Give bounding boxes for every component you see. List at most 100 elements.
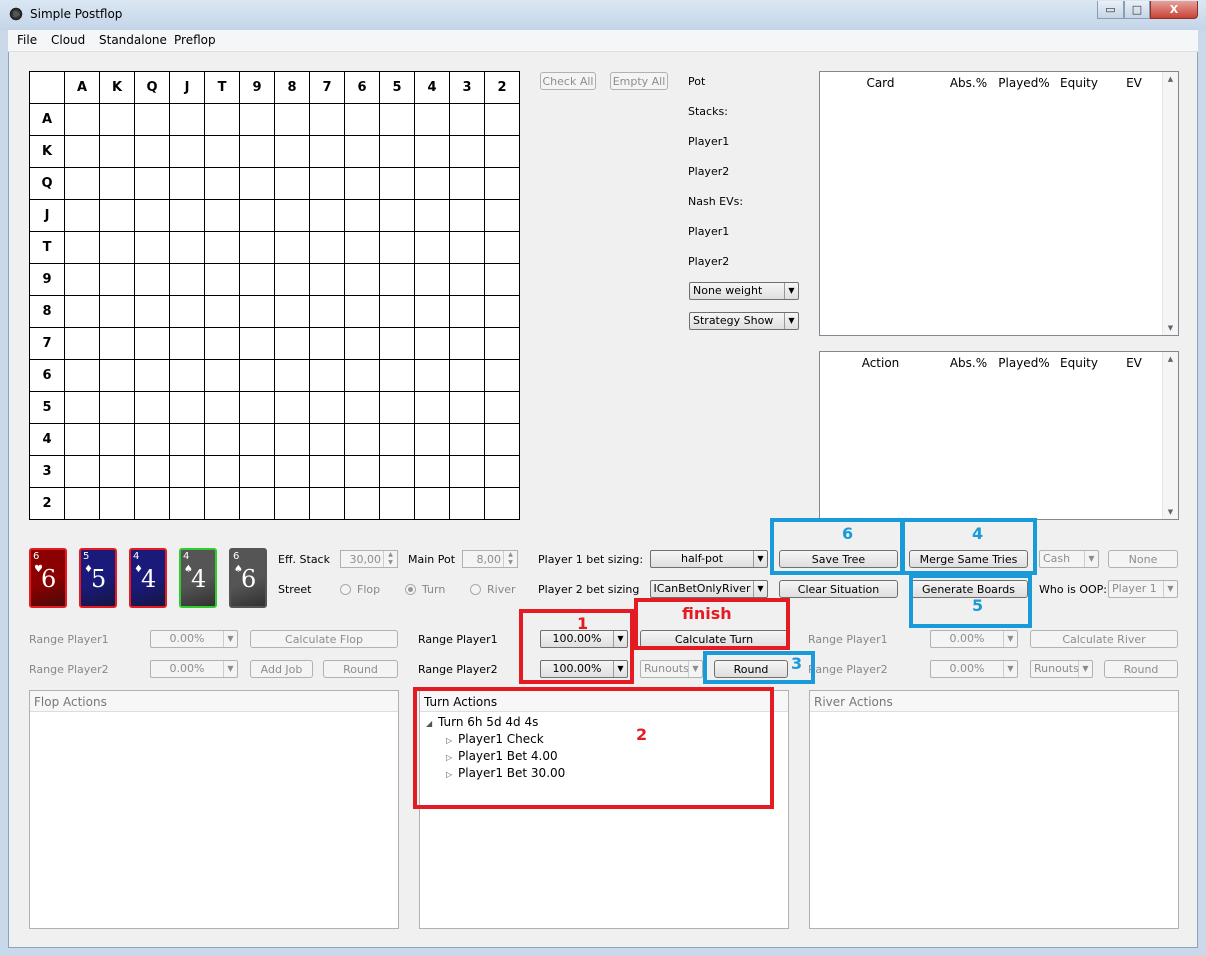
hand-cell[interactable] [239, 263, 275, 296]
hand-cell[interactable] [309, 327, 345, 360]
hand-cell[interactable] [379, 295, 415, 328]
col-card[interactable]: Card [820, 72, 942, 92]
hand-cell[interactable] [274, 263, 310, 296]
col-played[interactable]: Played% [996, 352, 1053, 372]
hand-cell[interactable] [134, 103, 170, 136]
hand-cell[interactable] [344, 391, 380, 424]
hand-cell[interactable] [239, 135, 275, 168]
hand-cell[interactable] [344, 135, 380, 168]
scroll-up-icon[interactable]: ▲ [1163, 72, 1178, 86]
hand-cell[interactable] [484, 103, 520, 136]
hand-cell[interactable] [309, 455, 345, 488]
oop-select[interactable]: Player 1 ▼ [1108, 580, 1178, 598]
grid-row-header[interactable]: 8 [29, 295, 65, 328]
hand-cell[interactable] [449, 167, 485, 200]
grid-row-header[interactable]: T [29, 231, 65, 264]
hand-cell[interactable] [449, 295, 485, 328]
hand-cell[interactable] [484, 455, 520, 488]
hand-cell[interactable] [239, 359, 275, 392]
grid-row-header[interactable]: J [29, 199, 65, 232]
grid-row-header[interactable]: 3 [29, 455, 65, 488]
game-type-select[interactable]: Cash ▼ [1039, 550, 1099, 568]
hand-cell[interactable] [239, 327, 275, 360]
hand-cell[interactable] [204, 455, 240, 488]
hand-cell[interactable] [64, 231, 100, 264]
grid-row-header[interactable]: 7 [29, 327, 65, 360]
grid-row-header[interactable]: 6 [29, 359, 65, 392]
hand-cell[interactable] [239, 423, 275, 456]
hand-cell[interactable] [99, 231, 135, 264]
hand-cell[interactable] [64, 135, 100, 168]
hand-cell[interactable] [99, 199, 135, 232]
scroll-down-icon[interactable]: ▼ [1163, 321, 1178, 335]
hand-cell[interactable] [169, 455, 205, 488]
hand-cell[interactable] [134, 263, 170, 296]
hand-cell[interactable] [64, 423, 100, 456]
hand-cell[interactable] [379, 167, 415, 200]
hand-cell[interactable] [414, 263, 450, 296]
hand-cell[interactable] [239, 167, 275, 200]
hand-cell[interactable] [344, 263, 380, 296]
none-button[interactable]: None [1108, 550, 1178, 568]
maximize-button[interactable]: □ [1124, 1, 1150, 19]
hand-cell[interactable] [99, 423, 135, 456]
hand-cell[interactable] [64, 327, 100, 360]
hand-cell[interactable] [99, 455, 135, 488]
hand-cell[interactable] [344, 231, 380, 264]
hand-cell[interactable] [239, 103, 275, 136]
board-card[interactable]: 5 ♦ 5 [79, 548, 117, 608]
calculate-flop-button[interactable]: Calculate Flop [250, 630, 398, 648]
hand-cell[interactable] [99, 327, 135, 360]
hand-cell[interactable] [379, 135, 415, 168]
scroll-up-icon[interactable]: ▲ [1163, 352, 1178, 366]
hand-cell[interactable] [64, 199, 100, 232]
hand-cell[interactable] [169, 263, 205, 296]
hand-cell[interactable] [484, 199, 520, 232]
hand-cell[interactable] [309, 423, 345, 456]
hand-cell[interactable] [99, 167, 135, 200]
hand-cell[interactable] [414, 487, 450, 520]
grid-col-header[interactable]: 2 [484, 71, 520, 104]
hand-cell[interactable] [134, 423, 170, 456]
hand-cell[interactable] [274, 455, 310, 488]
hand-range-grid[interactable]: AKQJT98765432AKQJT98765432 [29, 71, 520, 520]
river-runouts-select[interactable]: Runouts ▼ [1030, 660, 1093, 678]
hand-cell[interactable] [239, 455, 275, 488]
menu-standalone[interactable]: Standalone [99, 33, 167, 47]
hand-cell[interactable] [344, 455, 380, 488]
hand-cell[interactable] [134, 359, 170, 392]
hand-cell[interactable] [344, 295, 380, 328]
hand-cell[interactable] [449, 199, 485, 232]
hand-cell[interactable] [169, 359, 205, 392]
hand-cell[interactable] [449, 263, 485, 296]
grid-row-header[interactable]: Q [29, 167, 65, 200]
hand-cell[interactable] [484, 295, 520, 328]
hand-cell[interactable] [414, 359, 450, 392]
hand-cell[interactable] [449, 327, 485, 360]
hand-cell[interactable] [64, 295, 100, 328]
card-table[interactable]: Card Abs.% Played% Equity EV ▲ ▼ [819, 71, 1179, 336]
hand-cell[interactable] [449, 455, 485, 488]
hand-cell[interactable] [449, 359, 485, 392]
grid-row-header[interactable]: 9 [29, 263, 65, 296]
hand-cell[interactable] [204, 423, 240, 456]
calculate-river-button[interactable]: Calculate River [1030, 630, 1178, 648]
hand-cell[interactable] [414, 391, 450, 424]
grid-row-header[interactable]: 4 [29, 423, 65, 456]
hand-cell[interactable] [274, 391, 310, 424]
hand-cell[interactable] [239, 199, 275, 232]
river-actions-panel[interactable]: River Actions [809, 690, 1179, 929]
eff-stack-input[interactable]: 30,00 ▲ ▼ [340, 550, 398, 568]
hand-cell[interactable] [169, 199, 205, 232]
hand-cell[interactable] [344, 487, 380, 520]
hand-cell[interactable] [309, 263, 345, 296]
hand-cell[interactable] [274, 359, 310, 392]
hand-cell[interactable] [274, 231, 310, 264]
spin-arrows-icon[interactable]: ▲ ▼ [383, 551, 397, 567]
hand-cell[interactable] [64, 359, 100, 392]
hand-cell[interactable] [309, 135, 345, 168]
hand-cell[interactable] [204, 295, 240, 328]
hand-cell[interactable] [204, 263, 240, 296]
hand-cell[interactable] [64, 167, 100, 200]
grid-col-header[interactable]: 8 [274, 71, 310, 104]
